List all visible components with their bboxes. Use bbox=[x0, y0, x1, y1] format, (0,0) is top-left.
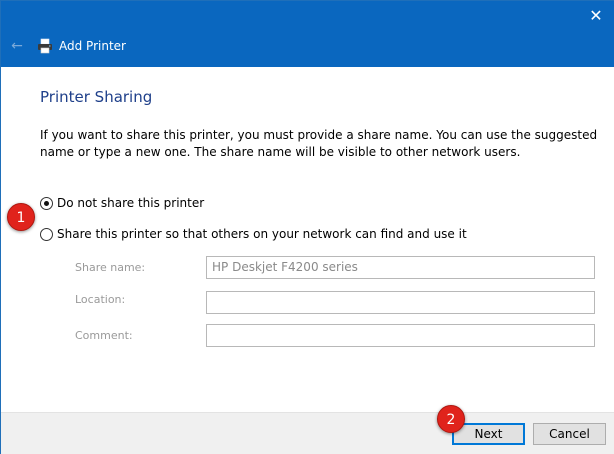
title-bar: ✕ ← Add Printer bbox=[1, 1, 614, 67]
share-printer-option[interactable]: Share this printer so that others on you… bbox=[40, 227, 467, 241]
do-not-share-label: Do not share this printer bbox=[57, 196, 205, 210]
share-printer-label: Share this printer so that others on you… bbox=[57, 227, 467, 241]
page-description: If you want to share this printer, you m… bbox=[40, 128, 598, 159]
step-marker-2: 2 bbox=[437, 405, 465, 433]
printer-icon bbox=[37, 38, 53, 54]
share-name-field[interactable]: HP Deskjet F4200 series bbox=[206, 256, 595, 279]
cancel-button[interactable]: Cancel bbox=[533, 423, 606, 445]
button-bar: Next Cancel bbox=[1, 412, 614, 454]
close-button[interactable]: ✕ bbox=[585, 5, 607, 27]
location-field[interactable] bbox=[206, 291, 595, 314]
location-label: Location: bbox=[75, 293, 126, 306]
step-marker-1: 1 bbox=[7, 203, 35, 231]
comment-field[interactable] bbox=[206, 324, 595, 347]
wizard-content: Printer Sharing If you want to share thi… bbox=[1, 67, 614, 412]
back-arrow-icon: ← bbox=[11, 38, 23, 54]
do-not-share-radio[interactable] bbox=[40, 196, 53, 210]
window-title: Add Printer bbox=[59, 39, 126, 53]
share-printer-radio[interactable] bbox=[40, 227, 53, 241]
comment-label: Comment: bbox=[75, 329, 133, 342]
back-button[interactable]: ← bbox=[7, 37, 27, 55]
page-title: Printer Sharing bbox=[40, 88, 153, 106]
close-icon: ✕ bbox=[589, 6, 603, 25]
do-not-share-option[interactable]: Do not share this printer bbox=[40, 196, 204, 210]
share-name-label: Share name: bbox=[75, 261, 146, 274]
add-printer-window: ✕ ← Add Printer Printer Sharing If you w… bbox=[0, 0, 614, 454]
